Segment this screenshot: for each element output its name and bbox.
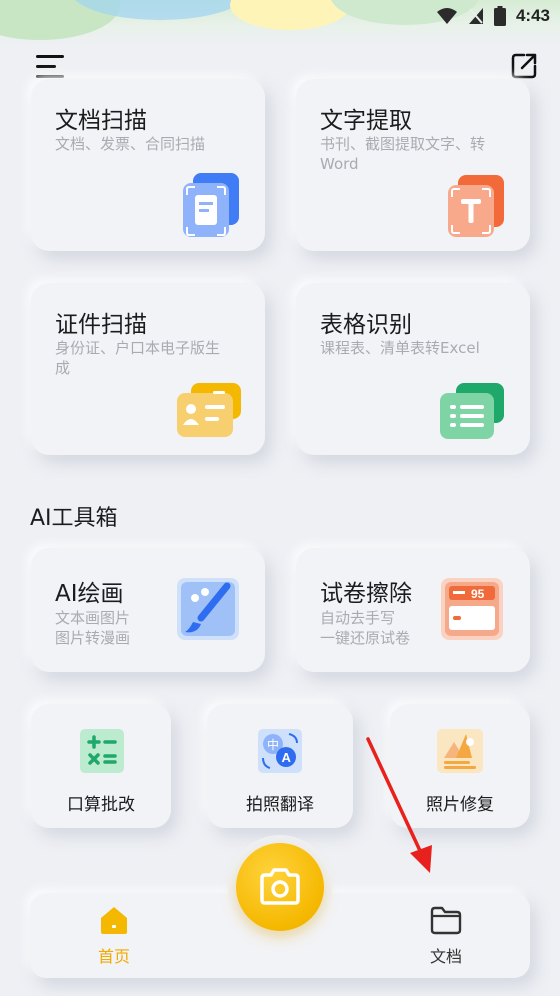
status-bar: 4:43 [436,0,550,32]
photo-restore-icon [437,729,483,773]
photo-translate-card[interactable]: 中 A 拍照翻译 [207,704,353,828]
folder-icon [430,906,462,935]
nav-item-documents[interactable]: 文档 [406,905,486,967]
photo-translate-icon: 中 A [258,729,302,773]
exam-erase-card[interactable]: 试卷擦除 自动去手写 一键还原试卷 95 [296,548,530,672]
card-title: AI绘画 [55,581,124,607]
math-check-icon [80,729,124,773]
card-title: 证件扫描 [55,312,147,338]
tool-label: 拍照翻译 [246,795,314,815]
nav-label-home: 首页 [97,947,130,966]
card-title: 表格识别 [320,312,412,338]
nav-label-documents: 文档 [429,947,462,966]
ai-painting-card[interactable]: AI绘画 文本画图片 图片转漫画 [31,548,265,672]
section-title: AI工具箱 [30,506,118,531]
card-title: 试卷擦除 [320,581,412,607]
card-title: 文字提取 [320,108,412,134]
text-extract-icon [448,175,504,237]
card-desc: 课程表、清单表转Excel [320,339,480,357]
camera-button[interactable] [236,843,324,931]
tool-label: 口算批改 [67,795,135,815]
card-desc: 自动去手写 一键还原试卷 [320,609,411,647]
card-desc: 身份证、户口本电子版生 成 [55,339,221,377]
svg-text:A: A [282,750,292,765]
status-time: 4:43 [515,6,550,25]
share-icon[interactable] [508,50,540,82]
math-check-card[interactable]: 口算批改 [31,704,171,828]
card-title: 文档扫描 [55,108,147,134]
signal-icon [468,8,483,24]
home-icon [101,907,127,934]
camera-icon [260,868,300,905]
document-scan-card[interactable]: 文档扫描 文档、发票、合同扫描 [31,79,265,251]
exam-erase-icon: 95 [441,578,503,640]
menu-icon[interactable] [36,54,66,80]
card-desc: 文本画图片 图片转漫画 [55,609,131,647]
ai-painting-icon [177,578,239,640]
id-card-scan-icon [177,383,241,437]
battery-icon [493,6,506,26]
card-desc: 文档、发票、合同扫描 [55,135,206,153]
document-scan-icon [183,173,239,237]
card-desc: 书刊、截图提取文字、转 Word [320,135,486,173]
svg-text:中: 中 [267,737,279,752]
id-scan-card[interactable]: 证件扫描 身份证、户口本电子版生 成 [31,283,265,455]
table-recognize-icon [440,383,504,439]
text-extract-card[interactable]: 文字提取 书刊、截图提取文字、转 Word [296,79,530,251]
annotation-arrow [366,737,432,873]
wifi-icon [436,8,457,24]
svg-text:95: 95 [471,587,485,601]
table-recognize-card[interactable]: 表格识别 课程表、清单表转Excel [296,283,530,455]
nav-item-home[interactable]: 首页 [74,905,154,967]
